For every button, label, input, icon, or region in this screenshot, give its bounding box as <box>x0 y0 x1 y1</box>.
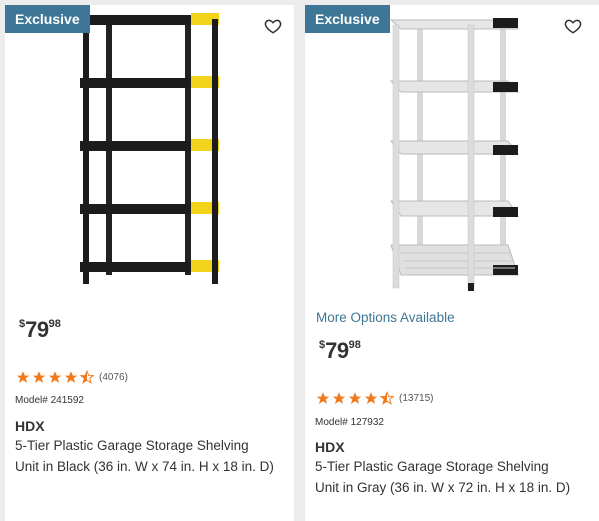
more-options-link[interactable]: More Options Available <box>316 310 455 325</box>
product-brand: HDX <box>15 418 45 434</box>
model-number: Model# 127932 <box>315 417 384 428</box>
product-rating[interactable]: (4076) <box>15 370 128 385</box>
product-brand: HDX <box>315 439 345 455</box>
product-price: $7998 <box>319 338 361 363</box>
favorite-heart-icon[interactable] <box>264 17 282 35</box>
rating-count[interactable]: (13715) <box>399 393 433 404</box>
favorite-heart-icon[interactable] <box>564 17 582 35</box>
star-icon <box>316 392 330 404</box>
half-star-icon <box>379 391 395 405</box>
star-icon <box>64 371 78 383</box>
product-image[interactable] <box>5 5 294 305</box>
exclusive-badge: Exclusive <box>5 5 90 33</box>
rating-count[interactable]: (4076) <box>99 372 128 383</box>
product-title-line: Unit in Black (36 in. W x 74 in. H x 18 … <box>15 459 274 474</box>
half-star-icon <box>79 370 95 384</box>
exclusive-badge: Exclusive <box>305 5 390 33</box>
star-icon <box>332 392 346 404</box>
rating-stars <box>15 370 95 385</box>
product-title-line: 5-Tier Plastic Garage Storage Shelving <box>15 438 249 453</box>
product-title-line: 5-Tier Plastic Garage Storage Shelving <box>315 459 549 474</box>
product-image[interactable] <box>305 5 599 305</box>
star-icon <box>32 371 46 383</box>
product-card[interactable]: Exclusive More Options Available $7998 (… <box>305 5 599 521</box>
star-icon <box>48 371 62 383</box>
rating-stars <box>315 391 395 406</box>
model-number: Model# 241592 <box>15 395 84 406</box>
product-rating[interactable]: (13715) <box>315 391 433 406</box>
product-title[interactable]: 5-Tier Plastic Garage Storage Shelving U… <box>315 456 590 498</box>
star-icon <box>16 371 30 383</box>
star-icon <box>364 392 378 404</box>
product-card[interactable]: Exclusive $7998 (4076) Model# 241592 HDX… <box>5 5 294 521</box>
star-icon <box>348 392 362 404</box>
product-price: $7998 <box>19 317 61 342</box>
product-title[interactable]: 5-Tier Plastic Garage Storage Shelving U… <box>15 435 290 477</box>
product-title-line: Unit in Gray (36 in. W x 72 in. H x 18 i… <box>315 480 571 495</box>
